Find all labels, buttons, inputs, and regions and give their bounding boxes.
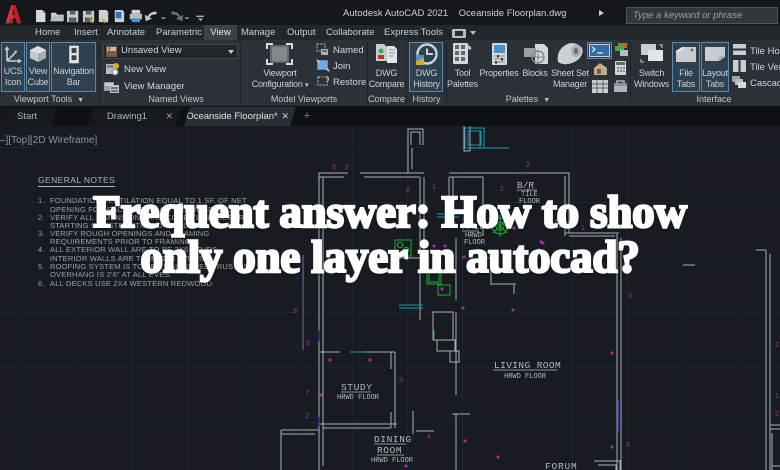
svg-text:3: 3: [399, 377, 403, 384]
svg-text:2: 2: [345, 164, 349, 171]
svg-text:2: 2: [775, 411, 779, 418]
svg-text:HRWD FLOOR: HRWD FLOOR: [504, 373, 547, 381]
svg-text:1: 1: [775, 393, 779, 400]
svg-text:2: 2: [526, 162, 530, 169]
svg-text:3: 3: [293, 308, 297, 315]
svg-text:HRWD FLOOR: HRWD FLOOR: [337, 394, 380, 402]
svg-text:ROOM: ROOM: [377, 445, 402, 456]
svg-text:FORUM: FORUM: [545, 461, 578, 470]
svg-text:LIVING ROOM: LIVING ROOM: [494, 360, 561, 371]
svg-text:3: 3: [628, 293, 632, 300]
svg-text:4: 4: [427, 434, 431, 441]
svg-text:2: 2: [775, 342, 779, 349]
svg-text:2: 2: [332, 164, 336, 171]
svg-text:HRWD FLOOR: HRWD FLOOR: [371, 457, 414, 465]
svg-text:2: 2: [306, 340, 310, 347]
svg-text:3: 3: [626, 442, 630, 449]
svg-text:STUDY: STUDY: [341, 382, 373, 393]
svg-text:2: 2: [305, 413, 309, 420]
svg-text:7: 7: [305, 390, 309, 397]
svg-text:DINING: DINING: [374, 434, 412, 445]
